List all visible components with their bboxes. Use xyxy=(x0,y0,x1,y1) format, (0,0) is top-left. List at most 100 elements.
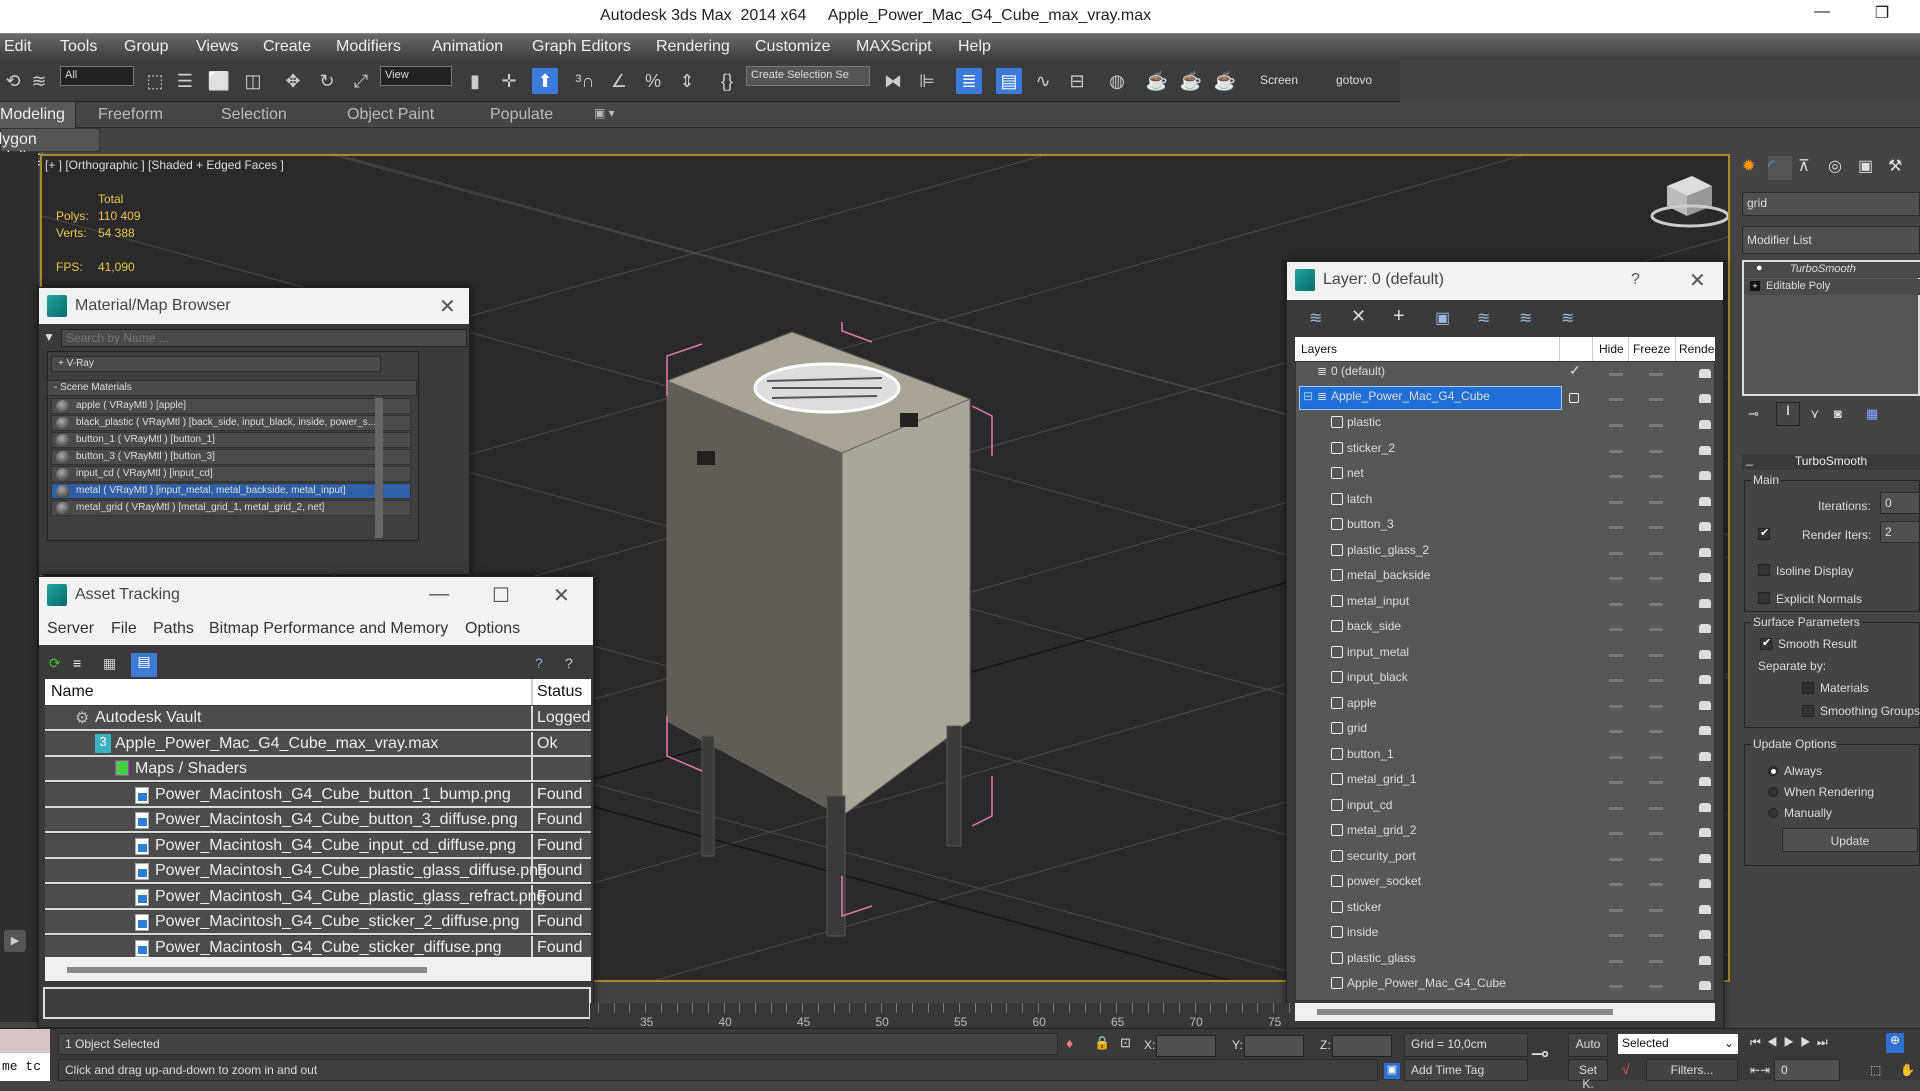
update-manually-radio[interactable] xyxy=(1768,808,1778,818)
minimize-icon[interactable]: — xyxy=(429,583,449,606)
tab-selection[interactable]: Selection xyxy=(221,106,287,124)
hide-toggle[interactable] xyxy=(1609,449,1623,453)
render-teapot-icon[interactable] xyxy=(1699,675,1711,684)
column-name[interactable]: Name xyxy=(51,683,94,701)
smooth-result-label[interactable]: Smooth Result xyxy=(1778,637,1857,651)
object-name-field[interactable]: grid xyxy=(1742,192,1920,216)
menu-create[interactable]: Create xyxy=(263,38,311,56)
material-item[interactable]: input_cd ( VRayMtl ) [input_cd] xyxy=(51,466,411,482)
update-always-radio[interactable] xyxy=(1768,766,1778,776)
hide-toggle[interactable] xyxy=(1609,551,1623,555)
render-teapot-icon[interactable] xyxy=(1699,598,1711,608)
hide-toggle[interactable] xyxy=(1609,526,1623,529)
freeze-toggle[interactable] xyxy=(1649,373,1663,376)
unlink-icon[interactable]: ⟲ xyxy=(0,68,26,94)
separate-smoothing-groups-label[interactable]: Smoothing Groups xyxy=(1820,704,1920,718)
stack-item-editable-poly[interactable]: Editable Poly xyxy=(1744,279,1920,295)
layer-object-row[interactable]: security_port xyxy=(1299,846,1717,871)
layer-object-row[interactable]: plastic_glass xyxy=(1299,948,1717,973)
snaps-toggle-icon[interactable]: ³∩ xyxy=(572,68,598,94)
layer-object-row[interactable]: button_1 xyxy=(1299,744,1717,769)
material-item[interactable]: button_1 ( VRayMtl ) [button_1] xyxy=(51,432,411,448)
smooth-result-checkbox[interactable] xyxy=(1760,636,1772,650)
update-when-rendering-label[interactable]: When Rendering xyxy=(1784,785,1874,799)
layer-row-default[interactable]: ≣ 0 (default) ✓ xyxy=(1299,361,1717,386)
layer-object-row[interactable]: input_cd xyxy=(1299,795,1717,820)
auto-key-button[interactable]: Auto xyxy=(1568,1033,1608,1057)
freeze-toggle[interactable] xyxy=(1649,883,1663,886)
modify-tab-icon[interactable]: ◜ xyxy=(1768,156,1792,180)
layer-object-row[interactable]: plastic_glass_2 xyxy=(1299,540,1717,565)
render-teapot-icon[interactable] xyxy=(1699,471,1711,480)
restore-button[interactable]: ❐ xyxy=(1862,3,1902,29)
rendered-frame-window-icon[interactable]: ☕ xyxy=(1178,68,1204,94)
hierarchy-tab-icon[interactable]: ⊼ xyxy=(1798,156,1810,176)
material-item[interactable]: metal_grid ( VRayMtl ) [metal_grid_1, me… xyxy=(51,500,411,516)
window-crossing-icon[interactable]: ◫ xyxy=(240,68,266,94)
render-teapot-icon[interactable] xyxy=(1699,547,1711,557)
mirror-icon[interactable]: ⧓ xyxy=(880,68,906,94)
close-icon[interactable]: ✕ xyxy=(439,294,456,319)
separate-materials-label[interactable]: Materials xyxy=(1820,681,1869,695)
keyboard-shortcut-override-icon[interactable]: ⬆ xyxy=(532,68,558,94)
context-help-icon[interactable]: ? xyxy=(565,655,573,671)
select-by-name-icon[interactable]: ☰ xyxy=(172,68,198,94)
render-teapot-icon[interactable] xyxy=(1699,828,1711,837)
hide-toggle[interactable] xyxy=(1609,679,1623,682)
help-button[interactable]: ? xyxy=(1631,271,1640,289)
collapse-rollout-icon[interactable]: _ xyxy=(1746,452,1753,466)
freeze-toggle[interactable] xyxy=(1649,628,1663,631)
menu-tools[interactable]: Tools xyxy=(60,38,97,56)
hide-toggle[interactable] xyxy=(1609,883,1623,886)
close-icon[interactable]: ✕ xyxy=(553,583,570,608)
asset-row[interactable]: Power_Macintosh_G4_Cube_plastic_glass_di… xyxy=(45,859,591,884)
hide-toggle[interactable] xyxy=(1609,934,1623,937)
hide-toggle[interactable] xyxy=(1609,755,1623,759)
render-teapot-icon[interactable] xyxy=(1699,573,1711,582)
asset-row[interactable]: ⚙ Autodesk Vault Logged xyxy=(45,706,591,731)
isoline-display-label[interactable]: Isoline Display xyxy=(1776,564,1853,578)
asset-row[interactable]: Maps / Shaders xyxy=(45,757,591,782)
render-teapot-icon[interactable] xyxy=(1699,649,1711,659)
scene-explorer-icon[interactable]: ▤ xyxy=(996,68,1022,94)
tab-modeling[interactable]: Modeling xyxy=(0,102,76,128)
layer-object-row[interactable]: inside xyxy=(1299,922,1717,947)
hide-toggle[interactable] xyxy=(1609,806,1623,810)
menu-server[interactable]: Server xyxy=(47,620,94,638)
turbosmooth-rollout-header[interactable]: _ TurboSmooth xyxy=(1742,452,1920,470)
material-editor-icon[interactable]: ◍ xyxy=(1104,68,1130,94)
menu-graph-editors[interactable]: Graph Editors xyxy=(532,38,631,56)
select-objects-in-layer-icon[interactable]: ▣ xyxy=(1435,308,1450,328)
curve-editor-icon[interactable]: ∿ xyxy=(1030,68,1056,94)
percent-snap-icon[interactable]: % xyxy=(640,68,666,94)
material-list-scrollbar[interactable] xyxy=(375,398,383,538)
play-expand-icon[interactable]: ▶ xyxy=(4,930,26,952)
freeze-toggle[interactable] xyxy=(1649,857,1663,861)
menu-options[interactable]: Options xyxy=(465,620,520,638)
hide-toggle[interactable] xyxy=(1609,959,1623,963)
material-item[interactable]: metal ( VRayMtl ) [input_metal, metal_ba… xyxy=(51,483,411,499)
maximize-icon[interactable]: ☐ xyxy=(492,583,510,608)
ribbon-options-icon[interactable]: ▣ ▾ xyxy=(594,106,615,120)
maxscript-input[interactable]: me tc xyxy=(0,1053,50,1081)
close-icon[interactable]: ✕ xyxy=(1689,268,1706,293)
select-object-icon[interactable]: ⬚ xyxy=(142,68,168,94)
bind-space-warp-icon[interactable]: ≋ xyxy=(26,68,52,94)
freeze-toggle[interactable] xyxy=(1649,985,1663,988)
rotate-icon[interactable]: ↻ xyxy=(314,68,340,94)
current-layer-checkmark-icon[interactable]: ✓ xyxy=(1569,362,1581,379)
time-tag-icon[interactable]: ▣ xyxy=(1384,1063,1400,1079)
z-coordinate-field[interactable] xyxy=(1332,1035,1392,1057)
render-teapot-icon[interactable] xyxy=(1699,853,1711,863)
layer-object-row[interactable]: back_side xyxy=(1299,616,1717,641)
screen-label[interactable]: Screen xyxy=(1260,73,1298,87)
menu-views[interactable]: Views xyxy=(196,38,238,56)
hide-toggle[interactable] xyxy=(1609,704,1623,708)
freeze-toggle[interactable] xyxy=(1649,679,1663,682)
pan-icon[interactable]: ✋ xyxy=(1900,1063,1915,1077)
explicit-normals-label[interactable]: Explicit Normals xyxy=(1776,592,1862,606)
material-search-input[interactable] xyxy=(61,329,467,347)
render-teapot-icon[interactable] xyxy=(1699,879,1711,888)
material-browser-titlebar[interactable]: Material/Map Browser ✕ xyxy=(39,288,469,324)
freeze-toggle[interactable] xyxy=(1649,959,1663,963)
